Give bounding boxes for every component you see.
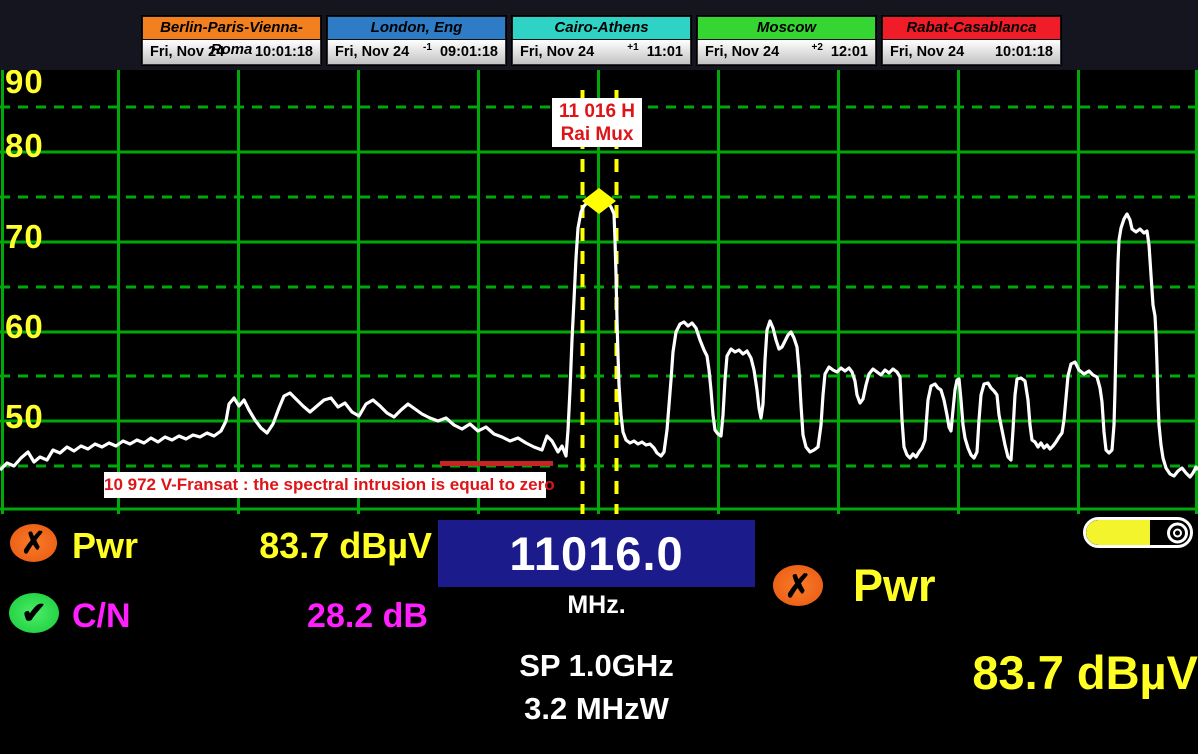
center-frequency-display[interactable]: 11016.0 (438, 520, 755, 587)
clock-panel-berlin: Berlin-Paris-Vienna-Roma Fri, Nov 24 10:… (141, 15, 322, 66)
clock-panel-cairo: Cairo-Athens Fri, Nov 24 +1 11:01 (511, 15, 692, 66)
clock-panel-moscow: Moscow Fri, Nov 24 +2 12:01 (696, 15, 877, 66)
power-toggle[interactable] (1083, 517, 1193, 548)
clock-city-label: Rabat-Casablanca (882, 16, 1061, 40)
clock-time: 10:01:18 (995, 44, 1053, 60)
clock-time: 10:01:18 (255, 44, 313, 60)
y-axis-label-60: 60 (5, 310, 44, 343)
cn-value: 28.2 dB (180, 597, 428, 636)
readout-panel: ✗ Pwr 83.7 dBµV ✔ C/N 28.2 dB 11016.0 MH… (0, 514, 1198, 754)
clock-time: 09:01:18 (440, 44, 498, 60)
clock-date: Fri, Nov 24 (520, 44, 594, 60)
spectrum-chart: 90 80 70 60 50 11 016 H Rai Mux 10 972 V… (0, 70, 1198, 514)
marker-label: 11 016 H Rai Mux (552, 98, 642, 147)
clock-city-label: London, Eng (327, 16, 506, 40)
clock-city-label: Berlin-Paris-Vienna-Roma (142, 16, 321, 40)
clock-utc-offset: -1 (423, 42, 432, 53)
clock-date: Fri, Nov 24 (150, 44, 224, 60)
pwr2-cross-icon: ✗ (773, 565, 823, 606)
pwr-label: Pwr (72, 525, 138, 567)
clock-date: Fri, Nov 24 (890, 44, 964, 60)
world-clock-bar: Berlin-Paris-Vienna-Roma Fri, Nov 24 10:… (0, 0, 1198, 70)
clock-date: Fri, Nov 24 (335, 44, 409, 60)
span-label: SP 1.0GHz (438, 648, 755, 684)
clock-date: Fri, Nov 24 (705, 44, 779, 60)
clock-time: 11:01 (647, 44, 683, 60)
y-axis-label-50: 50 (5, 400, 44, 433)
center-frequency-value: 11016.0 (509, 526, 683, 581)
cn-label: C/N (72, 597, 131, 636)
clock-panels: Berlin-Paris-Vienna-Roma Fri, Nov 24 10:… (141, 15, 1062, 66)
pwr-value: 83.7 dBµV (180, 525, 432, 567)
analyzer-screen: Berlin-Paris-Vienna-Roma Fri, Nov 24 10:… (0, 0, 1198, 754)
clock-city-label: Cairo-Athens (512, 16, 691, 40)
toggle-knob-icon (1167, 522, 1188, 543)
annotation-underline (440, 461, 553, 466)
clock-time: 12:01 (831, 44, 868, 60)
clock-panel-rabat: Rabat-Casablanca Fri, Nov 24 10:01:18 (881, 15, 1062, 66)
marker-mux-name: Rai Mux (552, 123, 642, 146)
frequency-unit-label: MHz. (438, 591, 755, 620)
cn-check-icon: ✔ (9, 593, 59, 633)
pwr2-label: Pwr (853, 560, 936, 612)
y-axis-label-80: 80 (5, 129, 44, 162)
clock-utc-offset: +2 (812, 42, 823, 53)
bandwidth-label: 3.2 MHzW (438, 691, 755, 727)
pwr2-value: 83.7 dBµV (828, 645, 1198, 700)
clock-city-label: Moscow (697, 16, 876, 40)
y-axis-label-90: 90 (5, 70, 44, 98)
annotation-text: 10 972 V-Fransat : the spectral intrusio… (104, 472, 546, 498)
pwr-cross-icon: ✗ (10, 524, 57, 562)
clock-utc-offset: +1 (627, 42, 638, 53)
marker-frequency: 11 016 H (552, 100, 642, 123)
clock-panel-london: London, Eng Fri, Nov 24 -1 09:01:18 (326, 15, 507, 66)
toggle-fill (1086, 520, 1150, 545)
y-axis-label-70: 70 (5, 220, 44, 253)
